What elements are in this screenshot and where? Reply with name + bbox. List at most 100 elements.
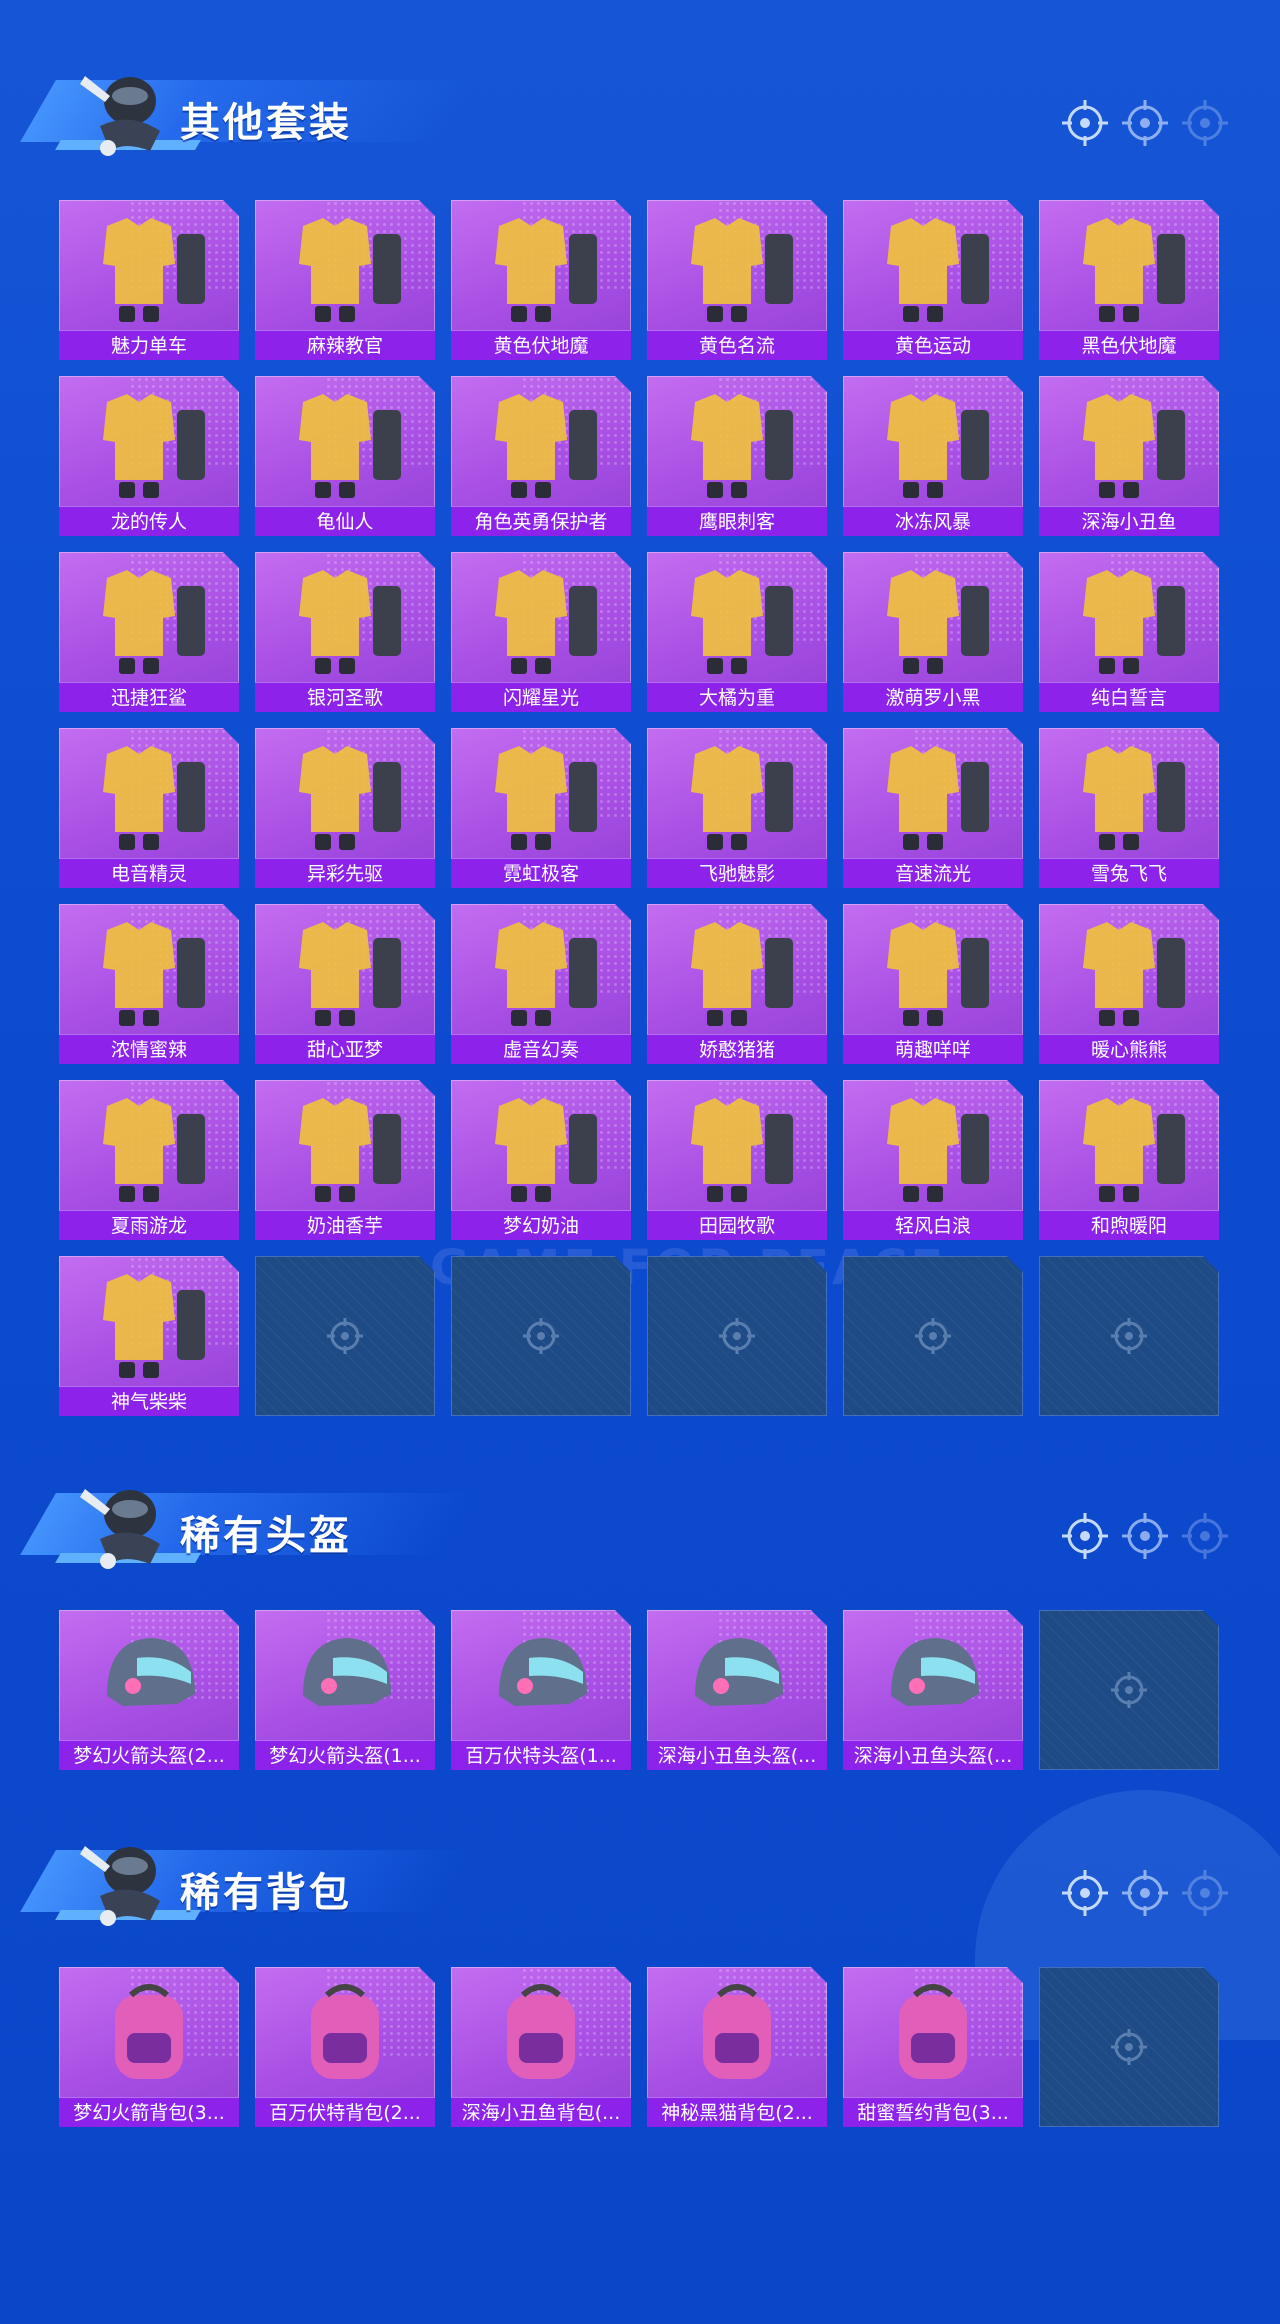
item-card[interactable]: 黄色运动: [843, 200, 1023, 360]
item-card[interactable]: 电音精灵: [59, 728, 239, 888]
item-label: 激萌罗小黑: [843, 682, 1023, 712]
item-card[interactable]: 闪耀星光: [451, 552, 631, 712]
item-card[interactable]: 深海小丑鱼背包(...: [451, 1967, 631, 2127]
item-card[interactable]: 和煦暖阳: [1039, 1080, 1219, 1240]
helmet-image: [471, 1618, 611, 1736]
outfit-image: [1059, 208, 1199, 326]
item-card[interactable]: 角色英勇保护者: [451, 376, 631, 536]
crosshair-icon: [1109, 1316, 1149, 1356]
outfit-image: [471, 560, 611, 678]
backpack-image: [471, 1975, 611, 2093]
item-card[interactable]: 梦幻火箭头盔(1...: [255, 1610, 435, 1770]
item-card[interactable]: 轻风白浪: [843, 1080, 1023, 1240]
item-card[interactable]: 甜蜜誓约背包(3...: [843, 1967, 1023, 2127]
item-label: 闪耀星光: [451, 682, 631, 712]
item-card[interactable]: 浓情蜜辣: [59, 904, 239, 1064]
outfit-image: [275, 736, 415, 854]
item-label: 异彩先驱: [255, 858, 435, 888]
crosshair-icon: [521, 1316, 561, 1356]
helmet-image: [863, 1618, 1003, 1736]
crosshair-icon: [717, 1316, 757, 1356]
item-card[interactable]: 飞驰魅影: [647, 728, 827, 888]
item-label: 夏雨游龙: [59, 1210, 239, 1240]
backpack-image: [79, 1975, 219, 2093]
item-label: 虚音幻奏: [451, 1034, 631, 1064]
item-card[interactable]: 百万伏特背包(2...: [255, 1967, 435, 2127]
section-header: 稀有头盔: [20, 1469, 476, 1579]
item-card[interactable]: 虚音幻奏: [451, 904, 631, 1064]
outfit-image: [863, 384, 1003, 502]
outfit-image: [863, 560, 1003, 678]
item-card[interactable]: 黑色伏地魔: [1039, 200, 1219, 360]
section-title: 稀有头盔: [180, 1513, 352, 1559]
item-card[interactable]: 深海小丑鱼头盔(...: [843, 1610, 1023, 1770]
item-card[interactable]: 鹰眼刺客: [647, 376, 827, 536]
item-card[interactable]: 音速流光: [843, 728, 1023, 888]
item-card[interactable]: 梦幻火箭背包(3...: [59, 1967, 239, 2127]
item-card[interactable]: 娇憨猪猪: [647, 904, 827, 1064]
outfit-image: [1059, 1088, 1199, 1206]
item-label: 和煦暖阳: [1039, 1210, 1219, 1240]
item-card[interactable]: 霓虹极客: [451, 728, 631, 888]
item-card[interactable]: 大橘为重: [647, 552, 827, 712]
item-card[interactable]: 百万伏特头盔(1...: [451, 1610, 631, 1770]
item-card[interactable]: 神气柴柴: [59, 1256, 239, 1416]
item-card[interactable]: 异彩先驱: [255, 728, 435, 888]
outfit-image: [471, 384, 611, 502]
crosshair-icon: [1182, 1513, 1228, 1559]
empty-slot: [255, 1256, 435, 1416]
item-card[interactable]: 深海小丑鱼头盔(...: [647, 1610, 827, 1770]
section-title: 其他套装: [180, 100, 352, 146]
item-label: 黄色伏地魔: [451, 330, 631, 360]
outfit-image: [471, 912, 611, 1030]
item-grid: 魅力单车 麻辣教官 黄色伏地魔 黄色名流 黄色运动 黑色伏地魔龙的传人 龟仙人 角色英勇保护者…: [59, 200, 1239, 1416]
outfit-image: [79, 384, 219, 502]
crosshair-icon: [1182, 100, 1228, 146]
item-label: 甜心亚梦: [255, 1034, 435, 1064]
item-card[interactable]: 暖心熊熊: [1039, 904, 1219, 1064]
item-card[interactable]: 纯白誓言: [1039, 552, 1219, 712]
item-card[interactable]: 雪兔飞飞: [1039, 728, 1219, 888]
item-card[interactable]: 田园牧歌: [647, 1080, 827, 1240]
item-card[interactable]: 激萌罗小黑: [843, 552, 1023, 712]
item-card[interactable]: 梦幻火箭头盔(2...: [59, 1610, 239, 1770]
item-card[interactable]: 魅力单车: [59, 200, 239, 360]
item-label: 纯白誓言: [1039, 682, 1219, 712]
outfit-image: [667, 736, 807, 854]
item-card[interactable]: 神秘黑猫背包(2...: [647, 1967, 827, 2127]
outfit-image: [471, 736, 611, 854]
item-label: 迅捷狂鲨: [59, 682, 239, 712]
item-card[interactable]: 萌趣咩咩: [843, 904, 1023, 1064]
item-label: 甜蜜誓约背包(3...: [843, 2097, 1023, 2127]
item-card[interactable]: 迅捷狂鲨: [59, 552, 239, 712]
item-label: 龟仙人: [255, 506, 435, 536]
item-card[interactable]: 黄色伏地魔: [451, 200, 631, 360]
item-card[interactable]: 夏雨游龙: [59, 1080, 239, 1240]
item-label: 梦幻火箭背包(3...: [59, 2097, 239, 2127]
outfit-image: [79, 560, 219, 678]
empty-slot: [647, 1256, 827, 1416]
item-card[interactable]: 龙的传人: [59, 376, 239, 536]
item-card[interactable]: 梦幻奶油: [451, 1080, 631, 1240]
outfit-image: [667, 384, 807, 502]
crosshair-decoration: [1060, 98, 1250, 148]
backpack-image: [667, 1975, 807, 2093]
item-card[interactable]: 黄色名流: [647, 200, 827, 360]
item-label: 梦幻奶油: [451, 1210, 631, 1240]
item-card[interactable]: 银河圣歌: [255, 552, 435, 712]
item-card[interactable]: 麻辣教官: [255, 200, 435, 360]
empty-slot: [451, 1256, 631, 1416]
item-card[interactable]: 深海小丑鱼: [1039, 376, 1219, 536]
item-card[interactable]: 龟仙人: [255, 376, 435, 536]
item-grid: 梦幻火箭头盔(2... 梦幻火箭头盔(1... 百万伏特头盔(1... 深海小丑鱼头盔…: [59, 1610, 1239, 1770]
item-card[interactable]: 甜心亚梦: [255, 904, 435, 1064]
outfit-image: [471, 1088, 611, 1206]
item-card[interactable]: 奶油香芋: [255, 1080, 435, 1240]
outfit-image: [667, 208, 807, 326]
item-grid: 梦幻火箭背包(3... 百万伏特背包(2... 深海小丑鱼背包(... 神秘黑猫背包(…: [59, 1967, 1239, 2127]
item-label: 轻风白浪: [843, 1210, 1023, 1240]
item-card[interactable]: 冰冻风暴: [843, 376, 1023, 536]
crosshair-icon: [1122, 1513, 1168, 1559]
section-header: 稀有背包: [20, 1826, 476, 1936]
item-label: 霓虹极客: [451, 858, 631, 888]
